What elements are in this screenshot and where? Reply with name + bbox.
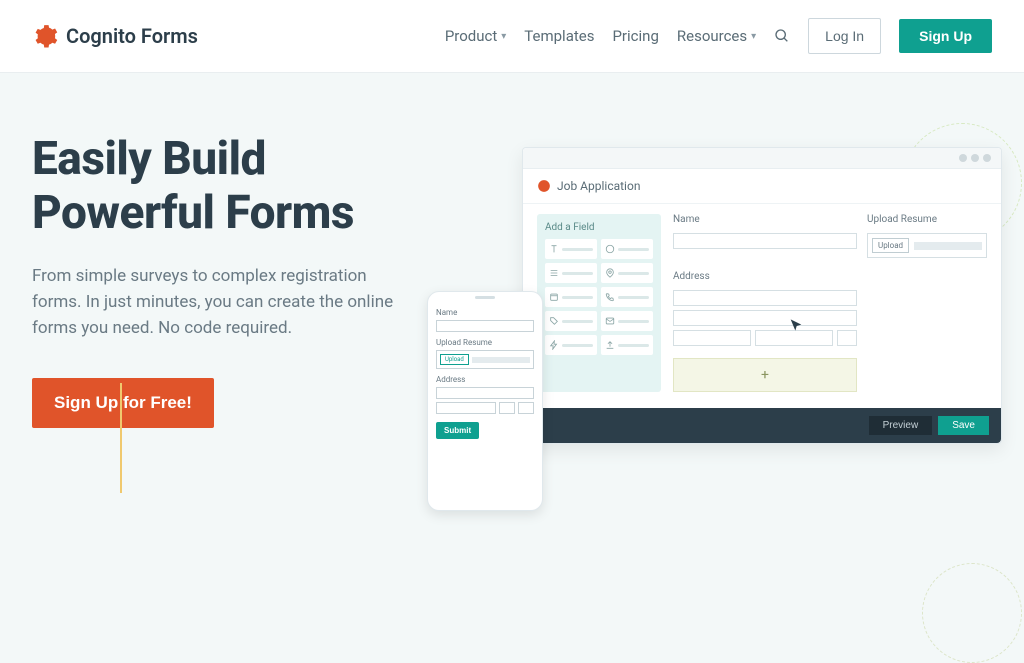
- nav-links: Product▾ Templates Pricing Resources▾ Lo…: [445, 18, 992, 54]
- mail-icon: [605, 316, 615, 326]
- chevron-down-icon: ▾: [751, 31, 756, 42]
- headline: Easily Build Powerful Forms: [32, 133, 432, 241]
- window-dot-icon: [983, 154, 991, 162]
- builder-body: Add a Field: [523, 204, 1001, 408]
- hero-illustration: Job Application Add a Field: [432, 133, 992, 603]
- phone-name-input: [436, 320, 534, 332]
- preview-address-zip: [837, 330, 857, 346]
- phone-address-state: [499, 402, 515, 414]
- preview-address-line: [673, 290, 857, 306]
- nav-product[interactable]: Product▾: [445, 27, 506, 45]
- field-type-tag[interactable]: [545, 311, 597, 331]
- field-type-text[interactable]: [545, 239, 597, 259]
- gear-icon: [32, 23, 58, 49]
- preview-name-input: [673, 233, 857, 249]
- window-dot-icon: [959, 154, 967, 162]
- preview-address-city: [673, 330, 751, 346]
- phone-icon: [605, 292, 615, 302]
- bolt-icon: [549, 340, 559, 350]
- cta-button[interactable]: Sign Up for Free!: [32, 378, 214, 428]
- field-type-date[interactable]: [545, 287, 597, 307]
- field-type-email[interactable]: [601, 311, 653, 331]
- search-icon[interactable]: [774, 28, 790, 44]
- form-preview: Name Address +: [673, 214, 987, 392]
- preview-address-label: Address: [673, 271, 857, 282]
- phone-address-city: [436, 402, 496, 414]
- upload-icon: [605, 340, 615, 350]
- hero-text: Easily Build Powerful Forms From simple …: [32, 133, 432, 603]
- decorative-circle: [922, 563, 1022, 663]
- brand-logo[interactable]: Cognito Forms: [32, 23, 198, 49]
- gear-icon: [537, 179, 551, 193]
- brand-text: Cognito Forms: [66, 24, 198, 48]
- nav-resources[interactable]: Resources▾: [677, 27, 756, 45]
- preview-name-label: Name: [673, 214, 857, 225]
- phone-upload-btn: Upload: [440, 354, 469, 365]
- preview-button[interactable]: Preview: [869, 416, 933, 435]
- field-palette: Add a Field: [537, 214, 661, 392]
- decorative-line: [120, 383, 122, 493]
- phone-address-line: [436, 387, 534, 399]
- preview-upload-label: Upload Resume: [867, 214, 987, 225]
- field-type-upload[interactable]: [601, 335, 653, 355]
- form-builder-window: Job Application Add a Field: [522, 147, 1002, 444]
- top-nav: Cognito Forms Product▾ Templates Pricing…: [0, 0, 1024, 73]
- phone-address-label: Address: [436, 375, 534, 384]
- phone-name-label: Name: [436, 308, 534, 317]
- list-icon: [549, 268, 559, 278]
- login-button[interactable]: Log In: [808, 18, 881, 54]
- palette-title: Add a Field: [545, 222, 653, 233]
- field-type-location[interactable]: [601, 263, 653, 283]
- builder-action-bar: Preview Save: [523, 408, 1001, 443]
- save-button[interactable]: Save: [938, 416, 989, 435]
- tag-icon: [549, 316, 559, 326]
- hero-section: Easily Build Powerful Forms From simple …: [0, 73, 1024, 603]
- cursor-icon: [788, 318, 804, 334]
- signup-button[interactable]: Sign Up: [899, 19, 992, 53]
- preview-address-line: [673, 310, 857, 326]
- phone-mockup: Name Upload Resume Upload Address Submit: [427, 291, 543, 511]
- window-controls: [523, 148, 1001, 169]
- nav-templates[interactable]: Templates: [524, 27, 594, 45]
- phone-address-zip: [518, 402, 534, 414]
- field-type-list[interactable]: [545, 263, 597, 283]
- field-type-emoji[interactable]: [601, 239, 653, 259]
- text-icon: [549, 244, 559, 254]
- calendar-icon: [549, 292, 559, 302]
- field-type-phone[interactable]: [601, 287, 653, 307]
- window-dot-icon: [971, 154, 979, 162]
- preview-upload-btn: Upload: [872, 238, 909, 253]
- field-type-lightning[interactable]: [545, 335, 597, 355]
- preview-upload-box: Upload: [867, 233, 987, 258]
- builder-title-bar: Job Application: [523, 169, 1001, 204]
- nav-pricing[interactable]: Pricing: [612, 27, 658, 45]
- chevron-down-icon: ▾: [501, 31, 506, 42]
- phone-upload-label: Upload Resume: [436, 338, 534, 347]
- hero-subtext: From simple surveys to complex registrat…: [32, 263, 412, 342]
- phone-upload-box: Upload: [436, 350, 534, 369]
- pin-icon: [605, 268, 615, 278]
- smile-icon: [605, 244, 615, 254]
- phone-submit-button: Submit: [436, 422, 479, 439]
- add-field-zone[interactable]: +: [673, 358, 857, 392]
